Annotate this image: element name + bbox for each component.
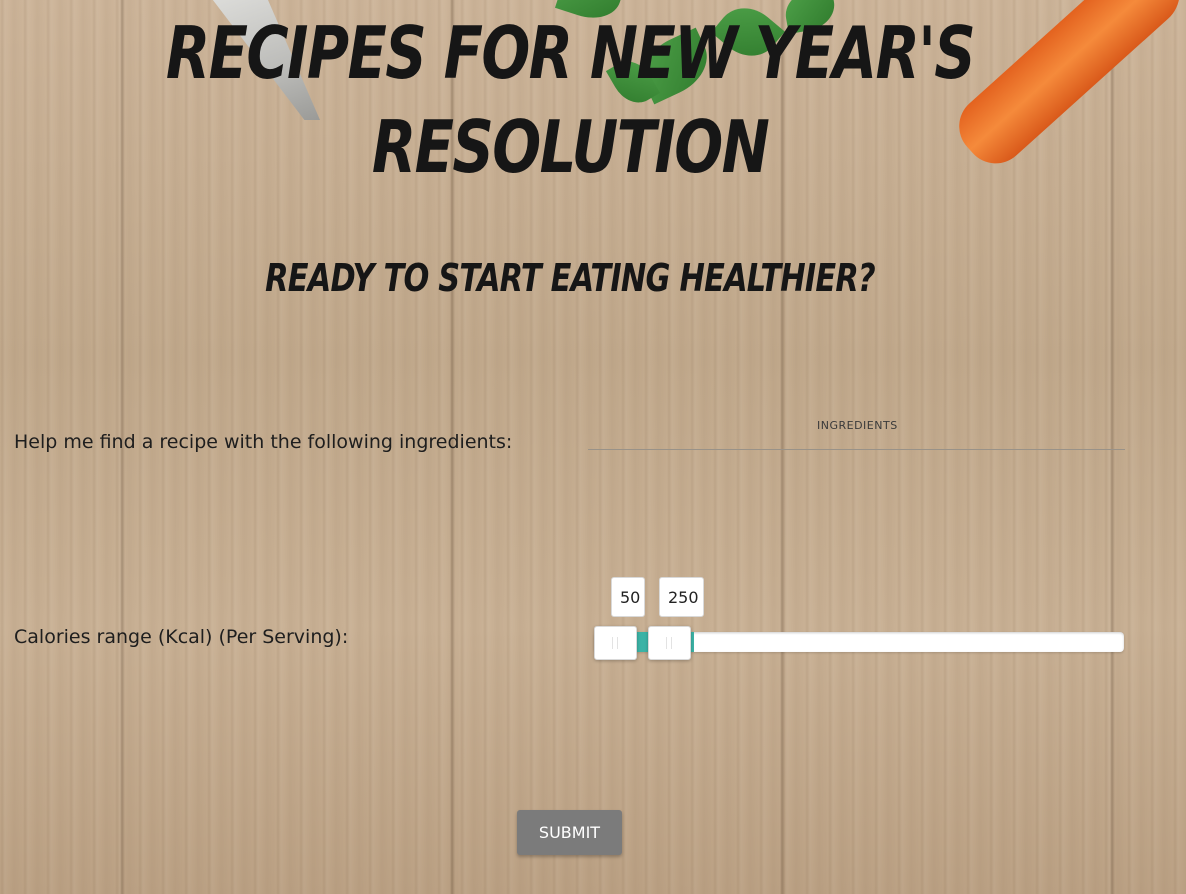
ingredients-input[interactable] xyxy=(588,434,1125,450)
calories-range-label: Calories range (Kcal) (Per Serving): xyxy=(14,626,349,648)
submit-button[interactable]: SUBMIT xyxy=(517,810,622,855)
calories-min-handle[interactable] xyxy=(594,626,637,660)
calories-max-tooltip: 250 xyxy=(659,577,704,617)
page-title: Recipes for New Year's Resolution xyxy=(165,11,976,189)
calories-max-handle[interactable] xyxy=(648,626,691,660)
ingredients-label: Help me find a recipe with the following… xyxy=(14,431,513,453)
page-subtitle: Ready to start eating healthier? xyxy=(265,256,875,300)
calories-min-tooltip: 50 xyxy=(611,577,645,617)
ingredients-field-caption: INGREDIENTS xyxy=(817,419,898,432)
